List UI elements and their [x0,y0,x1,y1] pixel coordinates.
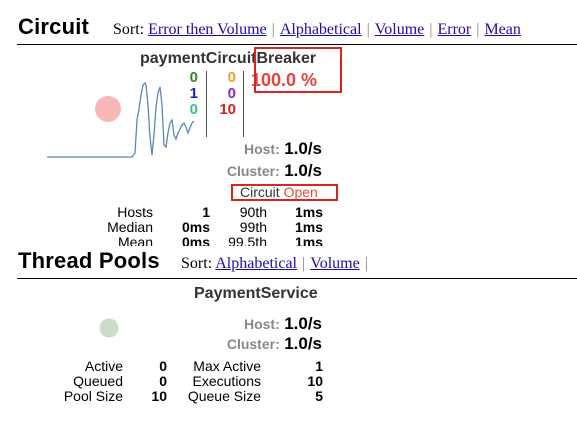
tp-sort-alphabetical-link[interactable]: Alphabetical [215,255,297,272]
host-rate: 1.0/s [284,139,322,158]
tp-queue-size-value: 5 [315,388,323,404]
circuit-health-graph [47,81,195,158]
tp-stats-left-labels: Active Queued Pool Size [40,359,123,404]
percentile-labels: 90th 99th 99.5th [215,204,267,247]
tp-executions-value: 10 [307,373,323,389]
sort-error-link[interactable]: Error [437,21,471,38]
tp-max-active-value: 1 [315,358,323,374]
stat-99th-label: 99th [239,219,267,235]
tp-host-rate: 1.0/s [284,314,322,333]
host-rate-row: Host: 1.0/s [200,139,322,159]
stat-90th-value: 1ms [294,204,323,220]
stats-values: 1 0ms 0ms [160,204,210,247]
stat-hosts-value: 1 [202,204,210,220]
stat-median-value: 0ms [181,219,210,235]
failure-count: 10 [219,101,236,118]
stat-hosts-label: Hosts [117,204,153,220]
stat-99-5th-label: 99.5th [228,234,267,247]
tp-cluster-label: Cluster: [226,336,280,352]
stat-99th-value: 1ms [294,219,323,235]
tp-sort-volume-link[interactable]: Volume [310,255,359,272]
circuit-counts-right: 0 0 10 [218,70,236,118]
circuit-sort-label: Sort: [113,21,145,38]
thread-pool-sort-bar: Sort: Alphabetical | Volume | [181,255,373,273]
cluster-label: Cluster: [226,163,280,179]
sort-separator: | [271,21,275,38]
tp-pool-size-value: 10 [151,388,167,404]
tp-stats-right-values: 1 10 5 [283,359,323,404]
stat-median-label: Median [107,219,153,235]
stats-labels: Hosts Median Mean [60,204,153,247]
sort-alphabetical-link[interactable]: Alphabetical [280,21,362,38]
error-percentage-highlight-box [254,47,342,93]
thread-pools-section-title: Thread Pools [18,248,160,273]
circuit-sort-bar: Sort: Error then Volume | Alphabetical | Vol… [113,21,521,39]
tp-queued-value: 0 [159,373,167,389]
sort-separator: | [366,21,370,38]
sort-separator: | [364,255,368,272]
counts-divider-right [243,71,244,137]
tp-cluster-rate: 1.0/s [284,334,322,353]
tp-cluster-rate-row: Cluster: 1.0/s [200,334,322,354]
thread-pool-health-circle-icon [99,318,119,338]
cluster-rate-row: Cluster: 1.0/s [200,161,322,181]
rejected-count: 0 [227,85,236,102]
circuit-section-title: Circuit [18,14,90,39]
sort-volume-link[interactable]: Volume [375,21,424,38]
health-circle-icon [95,96,121,122]
thread-pool-sort-label: Sort: [181,255,213,272]
circuit-card: paymentCircuitBreaker 0 1 0 0 0 10 100.0… [0,45,577,246]
tp-stats-right-labels: Max Active Executions Queue Size [172,359,261,404]
tp-max-active-label: Max Active [193,358,261,374]
sort-mean-link[interactable]: Mean [484,21,520,38]
tp-active-value: 0 [159,358,167,374]
request-rate-sparkline [47,81,195,158]
tp-pool-size-label: Pool Size [63,388,123,404]
tp-queued-label: Queued [73,373,123,389]
stat-mean-value: 0ms [181,234,210,247]
tp-stats-left-values: 0 0 10 [137,359,167,404]
cluster-rate: 1.0/s [284,161,322,180]
circuit-status-highlight-box [231,184,338,201]
tp-active-label: Active [84,358,123,374]
timeout-count: 0 [227,69,236,86]
tp-executions-label: Executions [192,373,261,389]
thread-pool-name: PaymentService [194,285,318,302]
sort-error-then-volume-link[interactable]: Error then Volume [148,21,267,38]
stat-99-5th-value: 1ms [294,234,323,247]
percentile-values: 1ms 1ms 1ms [275,204,323,247]
sort-separator: | [302,255,306,272]
tp-host-rate-row: Host: 1.0/s [200,314,322,334]
tp-host-label: Host: [243,316,280,332]
sort-separator: | [429,21,433,38]
tp-queue-size-label: Queue Size [187,388,261,404]
stat-mean-label: Mean [117,234,153,247]
host-label: Host: [243,141,280,157]
thread-pools-header-divider [17,278,577,279]
stat-90th-label: 90th [239,204,267,220]
sort-separator: | [476,21,480,38]
